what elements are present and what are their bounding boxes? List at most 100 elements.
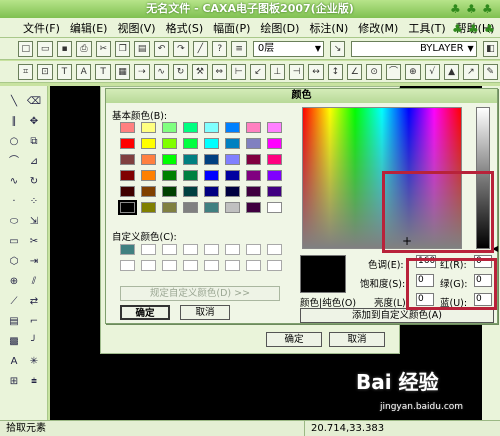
cancel-button[interactable]: 取消 [180,305,230,320]
rotate-tool-icon[interactable]: ↻ [26,174,42,190]
basic-color-swatch[interactable] [246,186,261,197]
new-file-icon[interactable]: □ [18,40,34,57]
rotate-icon[interactable]: ↻ [172,63,189,80]
radius-icon[interactable]: ⊙ [366,63,382,80]
rectangle-tool-icon[interactable]: ▭ [6,234,22,250]
centerline-tool-icon[interactable]: ⊕ [6,274,22,290]
line-icon[interactable]: ╱ [192,40,209,57]
hdim-icon[interactable]: ↔ [308,63,324,80]
ruler-icon[interactable]: ⊥ [269,63,286,80]
arrow-icon[interactable]: ↙ [250,63,266,80]
basic-color-swatch[interactable] [120,138,135,149]
chamfer-tool-icon[interactable]: ⌐ [26,314,42,330]
outer-ok-button[interactable]: 确定 [266,332,322,347]
basic-color-swatch[interactable] [204,202,219,213]
custom-color-swatch[interactable] [225,260,240,271]
attribute-icon[interactable]: A [76,63,92,80]
block-tool-icon[interactable]: ⊞ [6,374,22,390]
basic-color-swatch[interactable] [162,154,177,165]
print-icon[interactable]: ⎙ [76,40,92,57]
text-tool-icon[interactable]: A [6,354,22,370]
line-tool-icon[interactable]: ╲ [6,94,22,110]
basic-color-swatch[interactable] [141,186,156,197]
basic-color-swatch[interactable] [267,202,282,213]
hatch-tool-icon[interactable]: ▤ [6,314,22,330]
leader-icon[interactable]: ↗ [463,63,479,80]
basic-color-swatch[interactable] [225,154,240,165]
basic-color-swatch[interactable] [162,138,177,149]
note-icon[interactable]: ✎ [482,63,498,80]
basic-color-swatch[interactable] [267,138,282,149]
mirror-icon[interactable]: ⇔ [211,63,227,80]
circle-tool-icon[interactable]: ○ [6,134,22,150]
basic-color-swatch[interactable] [246,154,261,165]
basic-color-swatch[interactable] [204,122,219,133]
basic-color-swatch[interactable] [225,202,240,213]
basic-color-swatch[interactable] [120,154,135,165]
basic-color-swatch[interactable] [162,202,177,213]
basic-color-swatch[interactable] [141,154,156,165]
custom-color-swatch[interactable] [183,244,198,255]
basic-color-swatch[interactable] [204,170,219,181]
custom-color-swatch[interactable] [267,260,282,271]
explode-tool-icon[interactable]: ✳ [26,354,42,370]
undo-icon[interactable]: ↶ [153,40,170,57]
redo-icon[interactable]: ↷ [173,40,189,57]
basic-color-swatch[interactable] [162,186,177,197]
basic-color-swatch[interactable] [267,170,282,181]
move-tool-icon[interactable]: ✥ [26,114,42,130]
paste-icon[interactable]: ▤ [134,40,150,57]
menu-file[interactable]: 文件(F) [18,20,65,36]
basic-color-swatch[interactable] [246,170,261,181]
parallel-tool-icon[interactable]: ∥ [6,114,22,130]
basic-color-swatch[interactable] [183,202,198,213]
basic-color-swatch[interactable] [183,170,198,181]
datum-icon[interactable]: ▲ [443,63,460,80]
arc-tool-icon[interactable]: ⌒ [6,154,22,170]
stretch-tool-icon[interactable]: ⇄ [26,294,42,310]
polyline-tool-icon[interactable]: ⟋ [6,294,22,310]
menu-view[interactable]: 视图(V) [112,20,160,36]
menu-sheet[interactable]: 幅面(P) [208,20,255,36]
linetype-select[interactable]: BYLAYER ▼ [351,40,477,57]
layer-icon[interactable]: ≡ [231,40,247,57]
ok-button[interactable]: 确定 [120,305,170,320]
image-icon[interactable]: ▦ [114,63,131,80]
array-tool-icon[interactable]: ⁘ [26,194,42,210]
custom-color-swatch[interactable] [120,260,135,271]
vdim-icon[interactable]: ↕ [327,63,344,80]
basic-color-swatch[interactable] [246,138,261,149]
offset-tool-icon[interactable]: ⩧ [26,374,42,390]
basic-color-swatch[interactable] [225,186,240,197]
basic-color-swatch[interactable] [141,138,156,149]
basic-color-swatch[interactable] [183,186,198,197]
copy-icon[interactable]: ❐ [115,40,131,57]
save-icon[interactable]: ▪ [56,40,73,57]
basic-color-swatch[interactable] [267,122,282,133]
basic-color-swatch[interactable] [120,122,135,133]
menu-format[interactable]: 格式(S) [161,20,209,36]
basic-color-swatch[interactable] [120,170,135,181]
scale-tool-icon[interactable]: ⇲ [26,214,42,230]
polygon-tool-icon[interactable]: ⬡ [6,254,22,270]
copy-tool-icon[interactable]: ⧉ [26,134,42,150]
basic-color-swatch[interactable] [204,186,219,197]
basic-color-swatch[interactable] [162,122,177,133]
add-to-custom-colors-button[interactable]: 添加到自定义颜色(A) [300,308,494,323]
roughness-icon[interactable]: √ [424,63,440,80]
fill-tool-icon[interactable]: ▩ [6,334,22,350]
angle-icon[interactable]: ∠ [347,63,363,80]
custom-color-swatch[interactable] [141,260,156,271]
custom-color-swatch[interactable] [267,244,282,255]
linetype-icon[interactable]: ↘ [329,40,346,57]
basic-color-swatch[interactable] [246,202,261,213]
menu-edit[interactable]: 编辑(E) [65,20,113,36]
custom-color-swatch[interactable] [183,260,198,271]
custom-color-swatch[interactable] [162,260,177,271]
erase-tool-icon[interactable]: ⌫ [26,94,42,110]
custom-color-swatch[interactable] [225,244,240,255]
mirror-tool-icon[interactable]: ⊿ [26,154,42,170]
help-icon[interactable]: ? [212,40,228,57]
basic-color-swatch[interactable] [183,122,198,133]
menu-dimension[interactable]: 标注(N) [304,20,353,36]
